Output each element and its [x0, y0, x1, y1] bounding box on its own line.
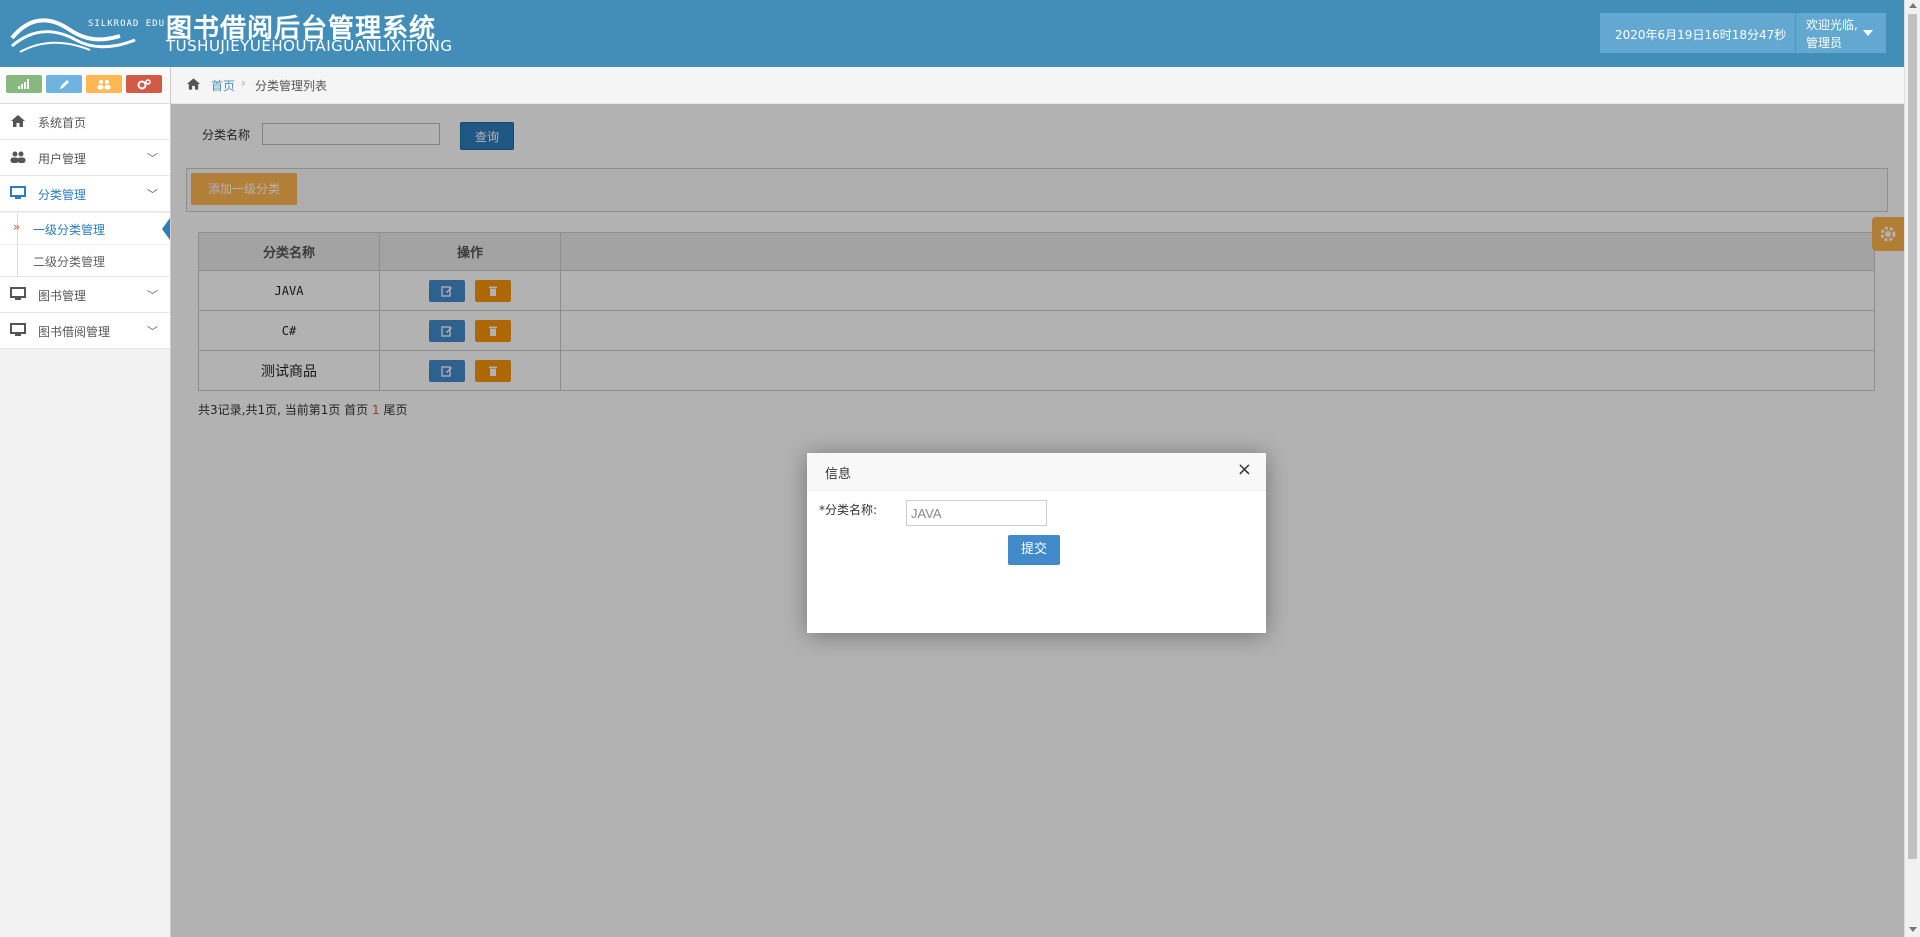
category-submenu: » 一级分类管理 二级分类管理 [0, 212, 170, 277]
app-subtitle: TUSHUJIEYUEHOUTAIGUANLIXITONG [166, 37, 453, 55]
breadcrumb-current: 分类管理列表 [255, 79, 328, 93]
scroll-down-arrow-icon[interactable] [1909, 927, 1917, 932]
breadcrumb-home-link[interactable]: 首页 [211, 77, 235, 94]
sidebar-item-label: 图书管理 [38, 289, 87, 303]
page-scrollbar[interactable] [1904, 0, 1920, 937]
shortcut-settings-button[interactable] [126, 75, 162, 93]
signal-icon [18, 79, 29, 89]
sidebar-item-category[interactable]: 分类管理 ﹀ [0, 176, 170, 212]
shortcut-edit-button[interactable] [46, 75, 82, 93]
submenu-guide-line [17, 245, 18, 276]
desktop-icon [10, 287, 26, 300]
dialog-title: 信息 [825, 467, 852, 482]
welcome-text: 欢迎光临, [1806, 18, 1858, 32]
submenu-item-level2-category[interactable]: 二级分类管理 [0, 244, 170, 276]
close-icon[interactable]: × [1237, 461, 1252, 479]
user-info-box: 2020年6月19日16时18分47秒 欢迎光临, 管理员 [1600, 13, 1886, 53]
sidebar-item-books[interactable]: 图书管理 ﹀ [0, 277, 170, 313]
desktop-icon [10, 186, 26, 199]
pencil-icon [59, 80, 69, 89]
user-role: 管理员 [1806, 36, 1843, 50]
submenu-item-label: 一级分类管理 [33, 223, 106, 237]
home-icon [186, 78, 201, 90]
scroll-thumb[interactable] [1908, 14, 1917, 859]
breadcrumb-separator-icon: › [241, 76, 246, 90]
sidebar-item-label: 系统首页 [38, 116, 87, 130]
cogs-icon [137, 79, 151, 90]
sidebar: 系统首页 用户管理 ﹀ 分类管理 ﹀ » 一级分类管理 二级分类管理 图书管理 … [0, 67, 171, 937]
chevron-down-icon: ﹀ [147, 152, 158, 165]
home-icon [11, 115, 25, 127]
category-name-field[interactable] [906, 500, 1047, 526]
sidebar-item-label: 图书借阅管理 [38, 325, 111, 339]
info-dialog: 信息 × *分类名称: 提交 [807, 453, 1266, 633]
current-datetime: 2020年6月19日16时18分47秒 [1615, 28, 1787, 42]
active-marker-icon [162, 218, 170, 240]
sidebar-item-label: 分类管理 [38, 188, 87, 202]
chevron-down-icon: ﹀ [147, 289, 158, 302]
sidebar-item-borrowing[interactable]: 图书借阅管理 ﹀ [0, 313, 170, 349]
scroll-up-arrow-icon[interactable] [1909, 3, 1917, 8]
submit-button[interactable]: 提交 [1008, 535, 1060, 565]
chevron-down-icon: ﹀ [147, 325, 158, 338]
shortcut-stats-button[interactable] [6, 75, 42, 93]
dialog-header: 信息 × [807, 453, 1266, 491]
submenu-item-level1-category[interactable]: » 一级分类管理 [0, 212, 170, 244]
sidebar-shortcuts [0, 67, 170, 104]
sidebar-item-label: 用户管理 [38, 152, 87, 166]
user-menu-toggle[interactable]: 欢迎光临, 管理员 [1796, 13, 1886, 53]
top-header: SILKROAD EDU 图书借阅后台管理系统 TUSHUJIEYUEHOUTA… [0, 0, 1904, 67]
logo-edu-text: SILKROAD EDU [88, 19, 166, 29]
group-icon [97, 79, 111, 90]
category-name-label: *分类名称: [819, 503, 878, 517]
double-angle-right-icon: » [13, 220, 21, 234]
sidebar-item-users[interactable]: 用户管理 ﹀ [0, 140, 170, 176]
chevron-down-icon: ﹀ [147, 188, 158, 201]
desktop-icon [10, 323, 26, 336]
submenu-item-label: 二级分类管理 [33, 255, 106, 269]
users-icon [10, 151, 26, 163]
shortcut-users-button[interactable] [86, 75, 122, 93]
sidebar-item-home[interactable]: 系统首页 [0, 104, 170, 140]
breadcrumb: 首页 › 分类管理列表 [171, 67, 1904, 104]
caret-down-icon [1863, 30, 1873, 36]
